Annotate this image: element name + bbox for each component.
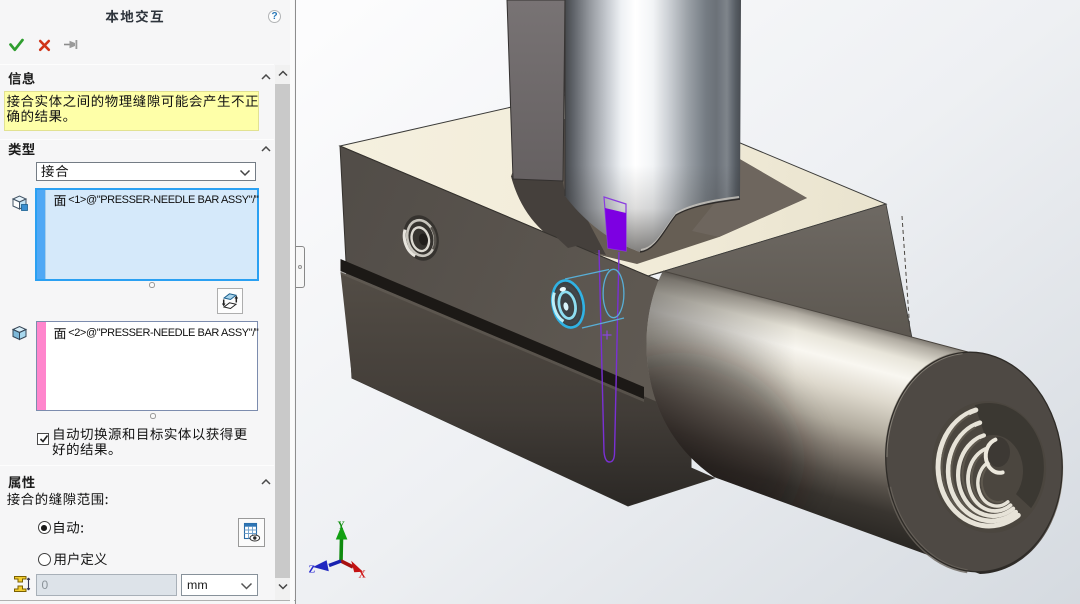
- svg-text:Y: Y: [338, 521, 346, 532]
- svg-text:Z: Z: [309, 565, 316, 576]
- svg-text:X: X: [359, 570, 367, 581]
